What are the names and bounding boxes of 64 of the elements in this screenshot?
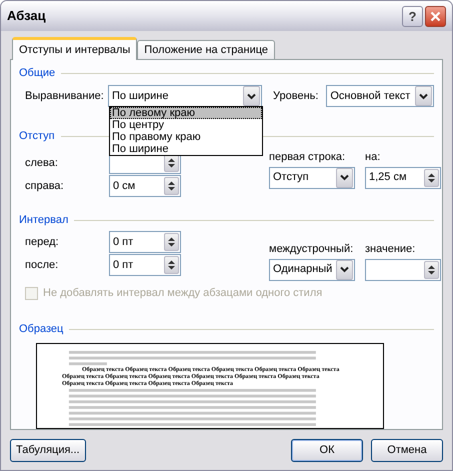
- section-title: Образец: [19, 322, 64, 338]
- spin-field[interactable]: [365, 258, 441, 280]
- up-down-arrows-icon: [167, 180, 176, 192]
- close-button[interactable]: [425, 6, 446, 26]
- field-label: первая строка:: [269, 150, 346, 165]
- field-label: на:: [365, 150, 382, 165]
- ok-button[interactable]: ОК: [291, 439, 363, 462]
- spin-value: 1,25 см: [368, 170, 408, 186]
- up-down-arrows-icon: [167, 236, 176, 248]
- chevron-down-icon: [247, 92, 256, 100]
- field-label: Уровень:: [273, 88, 320, 104]
- dropdown[interactable]: Отступ: [269, 166, 355, 188]
- tab[interactable]: Положение на странице: [137, 40, 276, 59]
- dropdown-value: Одинарный: [272, 262, 334, 278]
- help-button[interactable]: ?: [402, 6, 423, 26]
- dropdown-value: Отступ: [272, 170, 310, 186]
- dropdown-arrow-button[interactable]: [415, 86, 432, 106]
- window-title: Абзац: [7, 7, 47, 26]
- spin-field[interactable]: 0 пт: [109, 254, 181, 276]
- dropdown-value: Основной текст: [329, 88, 412, 104]
- dropdown-option[interactable]: По ширине: [110, 143, 262, 155]
- up-down-arrows-icon: [167, 259, 176, 271]
- field-label: Выравнивание:: [25, 88, 105, 104]
- up-down-arrows-icon: [167, 157, 176, 169]
- close-icon: [430, 10, 441, 22]
- spinner-button[interactable]: [424, 168, 439, 186]
- up-down-arrows-icon: [427, 172, 436, 184]
- dropdown-arrow-button[interactable]: [336, 168, 353, 188]
- section-title: Общие: [19, 66, 56, 81]
- spin-value: 0 пт: [112, 258, 134, 273]
- spin-field[interactable]: 1,25 см: [365, 166, 441, 188]
- checkbox-label: Не добавлять интервал между абзацами одного стиля: [43, 286, 322, 302]
- spinner-button[interactable]: [164, 177, 179, 195]
- up-down-arrows-icon: [427, 264, 436, 276]
- field-label: междустрочный:: [269, 242, 354, 257]
- spinner-button[interactable]: [164, 233, 179, 251]
- spin-field[interactable]: 0 пт: [109, 231, 181, 253]
- field-label: значение:: [365, 242, 416, 257]
- dropdown[interactable]: По ширине: [108, 85, 262, 107]
- dropdown-arrow-button[interactable]: [336, 260, 353, 280]
- tabs-button[interactable]: Табуляция...: [10, 439, 86, 462]
- section-title: Интервал: [19, 212, 68, 228]
- field-label: справа:: [25, 178, 65, 194]
- dropdown-value: По ширине: [110, 88, 170, 104]
- chevron-down-icon: [340, 266, 349, 273]
- chevron-down-icon: [419, 92, 428, 100]
- dropdown[interactable]: Основной текст: [326, 85, 434, 107]
- cancel-button[interactable]: Отмена: [371, 439, 443, 462]
- dropdown-option[interactable]: По центру: [110, 119, 262, 131]
- field-label: перед:: [25, 234, 60, 250]
- dropdown-option[interactable]: По правому краю: [110, 131, 262, 143]
- dropdown-arrow-button[interactable]: [243, 86, 260, 106]
- spinner-button[interactable]: [424, 260, 439, 278]
- spinner-button[interactable]: [164, 256, 179, 274]
- spin-value: 0 см: [112, 178, 136, 194]
- field-label: слева:: [25, 156, 59, 171]
- dropdown[interactable]: Одинарный: [269, 258, 355, 280]
- dropdown-option[interactable]: По левому краю: [110, 107, 262, 119]
- spin-field[interactable]: 0 см: [109, 175, 181, 197]
- section-title: Отступ: [19, 128, 55, 144]
- tab[interactable]: Отступы и интервалы: [12, 37, 138, 60]
- field-label: после:: [25, 258, 60, 273]
- chevron-down-icon: [340, 174, 349, 181]
- spin-value: 0 пт: [112, 234, 134, 250]
